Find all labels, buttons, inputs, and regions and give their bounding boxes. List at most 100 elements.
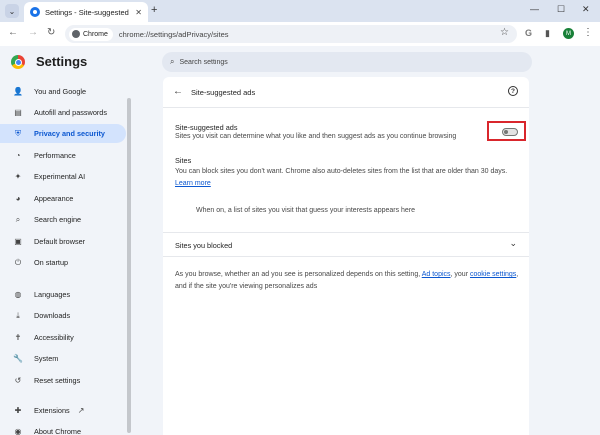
toggle-title: Site-suggested ads — [175, 123, 238, 132]
sidebar-item-downloads[interactable]: ⤓ Downloads — [0, 306, 126, 325]
search-input[interactable] — [179, 58, 480, 66]
footer-text-part: , — [516, 271, 519, 278]
sidebar-item-extensions[interactable]: ✚ Extensions ↗ — [0, 401, 126, 420]
new-tab-button[interactable]: + — [151, 4, 157, 16]
card-header: ← Site-suggested ads ? — [163, 77, 529, 107]
help-icon[interactable]: ? — [508, 86, 518, 96]
chip-label: Chrome — [83, 30, 108, 38]
power-icon: ⏻ — [14, 257, 22, 267]
sites-you-blocked-row[interactable]: Sites you blocked ⌄ — [163, 232, 529, 256]
speedometer-icon: ◔ — [15, 151, 21, 160]
learn-more-link[interactable]: Learn more — [175, 180, 211, 187]
sidebar-item-search-engine[interactable]: ⌕ Search engine — [0, 210, 126, 229]
back-arrow-icon[interactable]: ← — [8, 27, 18, 38]
footer-text-part: As you browse, whether an ad you see is … — [175, 271, 421, 278]
divider — [163, 107, 529, 108]
chevron-down-icon: ⌄ — [8, 6, 16, 16]
side-panel-icon[interactable]: ▮ — [545, 28, 550, 39]
ad-topics-link[interactable]: Ad topics — [422, 271, 451, 278]
kebab-menu-icon[interactable]: ⋮ — [583, 27, 593, 38]
shield-icon: ⛨ — [15, 128, 21, 138]
sidebar-item-label: Languages — [34, 290, 71, 299]
tab-strip: ⌄ Settings - Site-suggested ads ✕ + — ☐ … — [0, 0, 600, 22]
accessibility-icon: ✝ — [14, 333, 22, 342]
divider — [163, 256, 529, 257]
sidebar-item-about-chrome[interactable]: ◉ About Chrome — [0, 422, 126, 435]
url-text[interactable]: chrome://settings/adPrivacy/sites — [119, 30, 229, 39]
sidebar-item-autofill[interactable]: ▤ Autofill and passwords — [0, 103, 126, 122]
download-icon: ⤓ — [16, 310, 20, 320]
tab-title: Settings - Site-suggested ads — [45, 7, 131, 17]
sidebar-item-languages[interactable]: ◍ Languages — [0, 285, 126, 304]
settings-header: Settings ⌕ — [0, 46, 600, 80]
puzzle-icon: ✚ — [14, 406, 22, 415]
chevron-down-icon: ⌄ — [509, 238, 517, 248]
sidebar: 👤 You and Google ▤ Autofill and password… — [0, 80, 131, 435]
sidebar-item-accessibility[interactable]: ✝ Accessibility — [0, 328, 126, 347]
forward-arrow-icon[interactable]: → — [28, 27, 38, 38]
sidebar-item-label: Reset settings — [34, 376, 81, 385]
search-icon: ⌕ — [170, 57, 175, 66]
sidebar-item-label: Autofill and passwords — [34, 108, 108, 117]
maximize-icon[interactable]: ☐ — [557, 4, 565, 15]
sidebar-item-default-browser[interactable]: ▣ Default browser — [0, 232, 126, 251]
toggle-knob — [504, 130, 508, 134]
settings-app: Settings ⌕ 👤 You and Google ▤ Autofill a… — [0, 46, 600, 435]
google-icon: 👤 — [13, 87, 23, 96]
sidebar-item-label: About Chrome — [34, 427, 82, 435]
sites-description: You can block sites you don't want. Chro… — [175, 168, 508, 175]
sidebar-item-experimental-ai[interactable]: ✦ Experimental AI — [0, 167, 126, 186]
page-title: Settings — [36, 54, 88, 69]
sidebar-item-label: Default browser — [34, 237, 86, 246]
sidebar-item-label: Search engine — [34, 215, 82, 224]
toolbar: ← → ↻ Chrome chrome://settings/adPrivacy… — [0, 22, 600, 46]
globe-icon: ◍ — [14, 290, 22, 299]
blocked-label: Sites you blocked — [175, 241, 233, 250]
site-suggested-ads-toggle[interactable] — [502, 128, 518, 136]
sidebar-item-label: Experimental AI — [34, 172, 86, 181]
wrench-icon: 🔧 — [13, 354, 23, 363]
window-close-icon[interactable]: ✕ — [582, 4, 590, 15]
google-lens-icon[interactable]: G — [525, 28, 532, 38]
browser-window-icon: ▣ — [14, 237, 22, 246]
empty-sites-message: When on, a list of sites you visit that … — [196, 207, 416, 214]
sidebar-item-on-startup[interactable]: ⏻ On startup — [0, 253, 126, 272]
footer-text-part: , your — [450, 271, 469, 278]
tab-settings[interactable]: Settings - Site-suggested ads ✕ — [24, 2, 148, 22]
card-title: Site-suggested ads — [191, 88, 256, 97]
sidebar-item-label: Extensions — [34, 406, 70, 415]
sparkle-icon: ✦ — [14, 172, 22, 181]
settings-gear-icon — [30, 7, 40, 17]
tab-search-button[interactable]: ⌄ — [5, 4, 19, 18]
address-bar[interactable]: Chrome chrome://settings/adPrivacy/sites… — [65, 25, 517, 43]
cookie-settings-link[interactable]: cookie settings — [470, 271, 516, 278]
ads-footer-text: As you browse, whether an ad you see is … — [175, 269, 525, 293]
back-arrow-icon[interactable]: ← — [173, 86, 183, 97]
sidebar-item-you-and-google[interactable]: 👤 You and Google — [0, 82, 126, 101]
footer-text-part: and if the site you're viewing personali… — [175, 283, 318, 290]
avatar[interactable]: M — [563, 28, 574, 39]
search-settings[interactable]: ⌕ — [162, 52, 532, 72]
sidebar-item-reset-settings[interactable]: ↺ Reset settings — [0, 371, 126, 390]
bookmark-star-icon[interactable]: ☆ — [500, 27, 509, 38]
sidebar-item-performance[interactable]: ◔ Performance — [0, 146, 126, 165]
site-info-chip[interactable]: Chrome — [69, 27, 113, 41]
sidebar-item-appearance[interactable]: ◕ Appearance — [0, 189, 126, 208]
chrome-icon: ◉ — [14, 427, 22, 435]
reload-icon[interactable]: ↻ — [47, 27, 55, 38]
sidebar-item-label: Downloads — [34, 311, 71, 320]
search-icon: ⌕ — [15, 214, 21, 224]
sidebar-item-label: Appearance — [34, 194, 74, 203]
sites-heading: Sites — [175, 156, 192, 165]
minimize-icon[interactable]: — — [530, 4, 539, 14]
sidebar-item-system[interactable]: 🔧 System — [0, 349, 126, 368]
sidebar-item-privacy-and-security[interactable]: ⛨ Privacy and security — [0, 124, 126, 143]
sidebar-item-label: On startup — [34, 258, 69, 267]
toggle-description: Sites you visit can determine what you l… — [175, 133, 457, 140]
reset-icon: ↺ — [14, 376, 22, 385]
chrome-icon — [72, 30, 80, 38]
sidebar-scrollbar[interactable] — [127, 98, 131, 433]
sidebar-item-label: Privacy and security — [34, 129, 105, 138]
clipboard-key-icon: ▤ — [14, 108, 22, 117]
close-icon[interactable]: ✕ — [135, 8, 142, 17]
